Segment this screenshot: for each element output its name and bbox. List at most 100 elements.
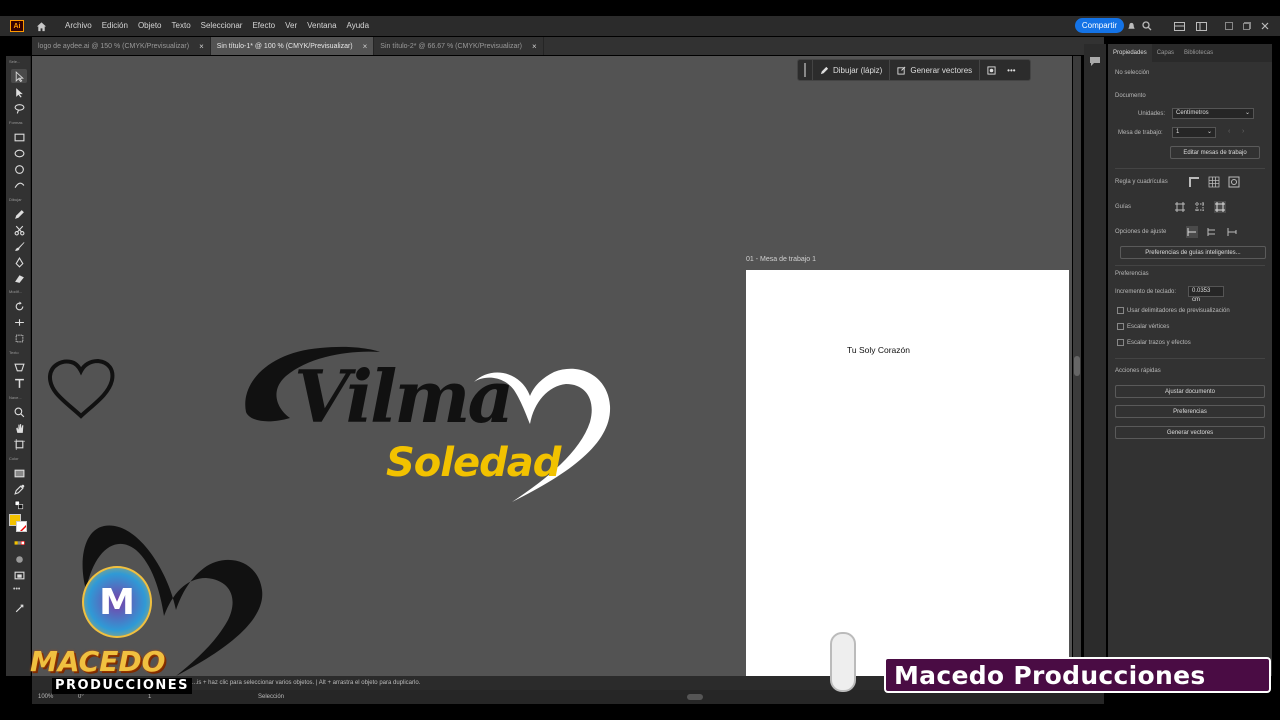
- search-icon[interactable]: [1140, 19, 1154, 33]
- smart-guides-icon[interactable]: [1214, 201, 1226, 213]
- draw-mode-icon[interactable]: [11, 552, 27, 566]
- stroke-color-swatch[interactable]: [16, 521, 27, 532]
- width-tool-icon[interactable]: [11, 315, 27, 329]
- eyedropper-tool-icon[interactable]: [11, 482, 27, 496]
- more-tools-icon[interactable]: •••: [13, 586, 20, 593]
- horizontal-scroll-thumb[interactable]: [687, 694, 703, 700]
- home-icon[interactable]: [34, 19, 48, 33]
- prev-artboard-icon[interactable]: ‹: [1228, 128, 1230, 135]
- arrange-icon[interactable]: [1194, 19, 1208, 33]
- artboard-label[interactable]: 01 - Mesa de trabajo 1: [746, 256, 816, 263]
- maximize-icon[interactable]: [1240, 19, 1254, 33]
- share-button[interactable]: Compartir: [1074, 18, 1124, 33]
- ellipse-tool-icon[interactable]: [11, 146, 27, 160]
- comments-icon[interactable]: [1089, 54, 1101, 72]
- lasso-tool-icon[interactable]: [11, 101, 27, 115]
- close-tab-icon[interactable]: ×: [199, 42, 204, 51]
- artboard-select[interactable]: 1 ⌄: [1172, 127, 1216, 138]
- generate-vectors-button[interactable]: Generar vectores: [889, 59, 979, 81]
- menu-item[interactable]: Archivo: [60, 16, 97, 36]
- fit-document-button[interactable]: Ajustar documento: [1115, 385, 1265, 398]
- zoom-level[interactable]: 100%: [38, 694, 78, 700]
- divider: [1115, 358, 1265, 359]
- color-mode-icon[interactable]: [11, 536, 27, 550]
- scale-strokes-checkbox[interactable]: Escalar trazos y efectos: [1117, 339, 1191, 346]
- close-tab-icon[interactable]: ×: [363, 42, 368, 51]
- pencil-tool-icon[interactable]: [11, 207, 27, 221]
- tab-label: logo de aydee.ai @ 150 % (CMYK/Previsual…: [38, 42, 190, 50]
- perspective-tool-icon[interactable]: [11, 360, 27, 374]
- document-tab[interactable]: Sin título-1* @ 100 % (CMYK/Previsualiza…: [210, 37, 375, 55]
- menu-item[interactable]: Ventana: [302, 16, 341, 36]
- menu-item[interactable]: Efecto: [247, 16, 280, 36]
- snap-options-label: Opciones de ajuste: [1115, 229, 1167, 235]
- more-options-icon[interactable]: •••: [1003, 66, 1019, 75]
- scale-corners-checkbox[interactable]: Escalar vértices: [1117, 323, 1169, 330]
- soledad-subtitle-artwork[interactable]: Soledad: [386, 438, 561, 488]
- transparency-grid-icon[interactable]: [1228, 176, 1240, 188]
- grip-handle[interactable]: [804, 63, 806, 77]
- scissors-tool-icon[interactable]: [11, 223, 27, 237]
- document-tab[interactable]: Sin título-2* @ 66.67 % (CMYK/Previsuali…: [374, 37, 544, 55]
- default-colors-icon[interactable]: [11, 498, 27, 512]
- menu-item[interactable]: Texto: [167, 16, 196, 36]
- artboard-nav[interactable]: 1: [148, 694, 258, 700]
- units-select[interactable]: Centímetros ⌄: [1172, 108, 1254, 119]
- panel-tab[interactable]: Bibliotecas: [1179, 44, 1218, 62]
- type-tool-icon[interactable]: [11, 376, 27, 390]
- document-tab[interactable]: logo de aydee.ai @ 150 % (CMYK/Previsual…: [32, 37, 211, 55]
- smart-guides-preferences-button[interactable]: Preferencias de guías inteligentes...: [1120, 246, 1266, 259]
- grid-icon[interactable]: [1208, 176, 1220, 188]
- preview-bounds-checkbox[interactable]: Usar delimitadores de previsualización: [1117, 307, 1230, 314]
- screen-mode-icon[interactable]: [11, 568, 27, 582]
- keyboard-increment-input[interactable]: 0.0353 cm: [1188, 286, 1224, 303]
- preferences-button[interactable]: Preferencias: [1115, 405, 1265, 418]
- show-guides-icon[interactable]: [1174, 201, 1186, 213]
- edit-artboards-button[interactable]: Editar mesas de trabajo: [1170, 146, 1260, 159]
- shape-builder-icon[interactable]: [11, 178, 27, 192]
- notifications-icon[interactable]: [1124, 19, 1138, 33]
- snap-to-point-icon[interactable]: [1186, 226, 1198, 238]
- menu-item[interactable]: Ver: [280, 16, 302, 36]
- vertical-scrollbar[interactable]: [1073, 56, 1081, 676]
- hand-tool-icon[interactable]: [11, 421, 27, 435]
- shaper-tool-icon[interactable]: [11, 162, 27, 176]
- vilma-title-artwork[interactable]: Vilma: [294, 352, 514, 442]
- scrollbar-thumb[interactable]: [1074, 356, 1080, 376]
- rotate-tool-icon[interactable]: [11, 299, 27, 313]
- gradient-tool-icon[interactable]: [11, 466, 27, 480]
- artboard-text[interactable]: Tu Soly Corazón: [847, 345, 910, 355]
- close-tab-icon[interactable]: ×: [532, 42, 537, 51]
- image-options-button[interactable]: [979, 59, 1003, 81]
- draw-pencil-button[interactable]: Dibujar (lápiz): [812, 59, 889, 81]
- rotation-value[interactable]: 0°: [78, 694, 148, 700]
- rectangle-tool-icon[interactable]: [11, 130, 27, 144]
- heart-outline-artwork[interactable]: [46, 358, 116, 420]
- ruler-icon[interactable]: [1188, 176, 1200, 188]
- menu-item[interactable]: Ayuda: [342, 16, 375, 36]
- generate-vectors-panel-button[interactable]: Generar vectores: [1115, 426, 1265, 439]
- direct-selection-tool-icon[interactable]: [11, 85, 27, 99]
- panel-tab[interactable]: Capas: [1152, 44, 1179, 62]
- snap-to-pixel-icon[interactable]: [1206, 226, 1218, 238]
- zoom-tool-icon[interactable]: [11, 405, 27, 419]
- artboard[interactable]: [746, 270, 1069, 676]
- menu-item[interactable]: Seleccionar: [196, 16, 248, 36]
- close-icon[interactable]: [1258, 19, 1272, 33]
- lock-guides-icon[interactable]: [1194, 201, 1206, 213]
- panel-tab[interactable]: Propiedades: [1108, 44, 1152, 62]
- menu-item[interactable]: Objeto: [133, 16, 167, 36]
- artboard-tool-icon[interactable]: [11, 437, 27, 451]
- menu-item[interactable]: Edición: [97, 16, 133, 36]
- selection-tool-icon[interactable]: [11, 69, 27, 83]
- pen-tool-icon[interactable]: [11, 255, 27, 269]
- brush-tool-icon[interactable]: [11, 239, 27, 253]
- next-artboard-icon[interactable]: ›: [1242, 128, 1244, 135]
- eraser-tool-icon[interactable]: [11, 271, 27, 285]
- free-transform-icon[interactable]: [11, 331, 27, 345]
- edit-toolbar-icon[interactable]: [11, 601, 27, 615]
- minimize-icon[interactable]: [1222, 19, 1236, 33]
- watermark-badge: M: [82, 566, 152, 638]
- snap-to-glyph-icon[interactable]: [1226, 226, 1238, 238]
- workspace-icon[interactable]: [1172, 19, 1186, 33]
